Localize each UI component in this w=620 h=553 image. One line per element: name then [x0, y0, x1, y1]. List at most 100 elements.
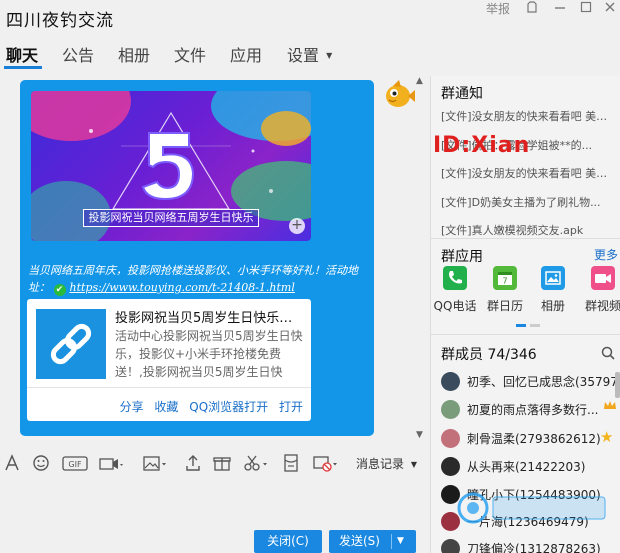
search-icon[interactable]	[601, 346, 615, 360]
chevron-down-icon: ▼	[326, 51, 333, 60]
app-group-calendar[interactable]: 7 群日历	[479, 266, 531, 314]
emoji-icon[interactable]	[32, 452, 50, 474]
chat-message-area[interactable]: ▲ 投影网祝当贝网络五周岁生日快乐 + 当贝网络五周年庆，投影网抢楼送投影仪、小…	[0, 70, 428, 445]
message-bubble[interactable]: 投影网祝当贝网络五周岁生日快乐 + 当贝网络五周年庆，投影网抢楼送投影仪、小米手…	[20, 80, 374, 436]
fish-avatar-icon[interactable]	[381, 78, 415, 112]
shake-screen-icon[interactable]	[312, 452, 340, 474]
zoom-in-icon[interactable]: +	[289, 218, 305, 234]
avatar	[441, 539, 460, 553]
notice-item[interactable]: [文件]没女朋友的快来看看吧 美女...	[441, 108, 616, 124]
window-title: 四川夜钓交流	[6, 11, 114, 31]
video-call-icon[interactable]	[98, 452, 124, 474]
member-item[interactable]: 初夏的雨点落得多数行...	[441, 399, 620, 421]
app-label: 相册	[540, 299, 565, 313]
member-name: 从头再来(21422203)	[467, 460, 586, 474]
chain-link-icon	[50, 323, 92, 365]
scroll-up-icon[interactable]: ▲	[416, 76, 423, 86]
member-name: 初夏的雨点落得多数行...	[467, 403, 599, 417]
report-button[interactable]: 举报	[486, 0, 510, 17]
font-icon[interactable]	[4, 452, 20, 474]
title-bar: 四川夜钓交流 举报	[0, 0, 620, 38]
video-icon	[591, 266, 615, 290]
owner-crown-icon	[604, 401, 616, 409]
group-apps-title: 群应用	[441, 249, 483, 265]
link-preview-card[interactable]: 投影网祝当贝5周岁生日快乐，... 活动中心投影网祝当贝5周岁生日快乐，投影仪+…	[27, 299, 311, 421]
tab-settings[interactable]: 设置 ▼	[287, 42, 332, 68]
member-list-scrollbar[interactable]	[615, 372, 620, 398]
tab-chat[interactable]: 聊天	[6, 42, 38, 68]
input-toolbar: GIF 消息记录 ▼	[0, 448, 428, 478]
tab-apps[interactable]: 应用	[230, 42, 262, 68]
close-icon[interactable]	[598, 0, 620, 18]
group-notice-title: 群通知	[441, 86, 483, 102]
send-button[interactable]: 发送(S) ▼	[329, 530, 416, 553]
right-side-panel: 群通知 [文件]没女朋友的快来看看吧 美女... [文件]偷拍：露脸学姐被**的…	[430, 76, 620, 553]
skin-icon[interactable]	[520, 0, 544, 18]
tab-announcement[interactable]: 公告	[62, 42, 94, 68]
minimize-icon[interactable]	[548, 0, 572, 18]
avatar	[441, 457, 460, 476]
link-thumbnail	[36, 309, 106, 379]
close-button[interactable]: 关闭(C)	[254, 530, 322, 553]
banner-caption: 投影网祝当贝网络五周岁生日快乐	[83, 209, 259, 227]
screenshot-scissors-icon[interactable]	[242, 452, 270, 474]
member-item[interactable]: 从头再来(21422203)	[441, 456, 620, 478]
apps-page-indicator	[516, 324, 540, 327]
message-history-label: 消息记录	[356, 457, 405, 471]
tab-files[interactable]: 文件	[174, 42, 206, 68]
app-qq-call[interactable]: QQ电话	[429, 266, 481, 314]
id-watermark: ID:Xian	[433, 133, 531, 158]
gif-icon[interactable]: GIF	[62, 452, 88, 474]
open-link[interactable]: 打开	[279, 400, 303, 414]
message-link[interactable]: https://www.touying.com/t-21408-1.html	[70, 281, 295, 294]
message-input-area[interactable]: 关闭(C) 发送(S) ▼	[0, 480, 428, 553]
link-card-description: 活动中心投影网祝当贝5周岁生日快乐，投影仪+小米手环抢楼免费送！,投影网祝当贝5…	[115, 329, 303, 379]
notice-item[interactable]: [文件]没女朋友的快来看看吧 美女...	[441, 165, 616, 181]
active-tab-indicator	[4, 66, 42, 69]
divider	[431, 334, 620, 335]
tab-album[interactable]: 相册	[118, 42, 150, 68]
tab-bar: 聊天 公告 相册 文件 应用 设置 ▼	[0, 42, 430, 70]
send-label: 发送(S)	[339, 534, 380, 548]
app-label: 群视频	[584, 299, 620, 313]
member-item[interactable]: 刀锋偏冷(1312878263)	[441, 538, 620, 553]
red-packet-icon[interactable]	[282, 452, 300, 474]
send-divider	[391, 534, 392, 549]
link-card-title[interactable]: 投影网祝当贝5周岁生日快乐，...	[115, 307, 303, 326]
app-album[interactable]: 相册	[527, 266, 579, 314]
more-apps-link[interactable]: 更多	[594, 246, 618, 263]
admin-star-icon: ★	[600, 428, 614, 446]
maximize-icon[interactable]	[574, 0, 598, 18]
message-history-button[interactable]: 消息记录 ▼	[356, 455, 417, 472]
scroll-down-icon[interactable]: ▼	[416, 430, 423, 440]
card-divider	[27, 387, 311, 388]
open-in-browser-link[interactable]: QQ浏览器打开	[189, 400, 268, 414]
photo-icon	[541, 266, 565, 290]
verified-check-icon: ✔	[53, 284, 66, 296]
message-text: 当贝网络五周年庆，投影网抢楼送投影仪、小米手环等好礼！活动地址： ✔ https:…	[28, 262, 368, 296]
upload-file-icon[interactable]	[184, 452, 202, 474]
app-label: 群日历	[486, 299, 523, 313]
calendar-icon: 7	[493, 266, 517, 290]
share-link[interactable]: 分享	[120, 400, 144, 414]
notice-item[interactable]: [文件]D奶美女主播为了刷礼物...	[441, 194, 616, 210]
banner-image[interactable]: 投影网祝当贝网络五周岁生日快乐 +	[31, 91, 311, 241]
chevron-down-icon: ▼	[410, 460, 417, 469]
card-actions: 分享 收藏 QQ浏览器打开 打开	[113, 398, 303, 415]
image-icon[interactable]	[142, 452, 168, 474]
site-watermark-logo	[457, 492, 606, 524]
divider	[431, 238, 620, 239]
avatar	[441, 372, 460, 391]
send-options-chevron-icon[interactable]: ▼	[397, 530, 404, 553]
app-label: QQ电话	[433, 299, 477, 313]
avatar	[441, 429, 460, 448]
phone-icon	[443, 266, 467, 290]
favorite-link[interactable]: 收藏	[154, 400, 178, 414]
member-item[interactable]: 初季、回忆已成思念(35797...	[441, 371, 620, 393]
app-group-video[interactable]: 群视频	[577, 266, 620, 314]
notice-item[interactable]: [文件]真人嫩模视频交友.apk	[441, 222, 616, 238]
member-item[interactable]: 刺骨温柔(2793862612)	[441, 428, 620, 450]
gift-icon[interactable]	[212, 452, 232, 474]
svg-text:7: 7	[502, 277, 507, 286]
tab-settings-label: 设置	[287, 46, 320, 65]
